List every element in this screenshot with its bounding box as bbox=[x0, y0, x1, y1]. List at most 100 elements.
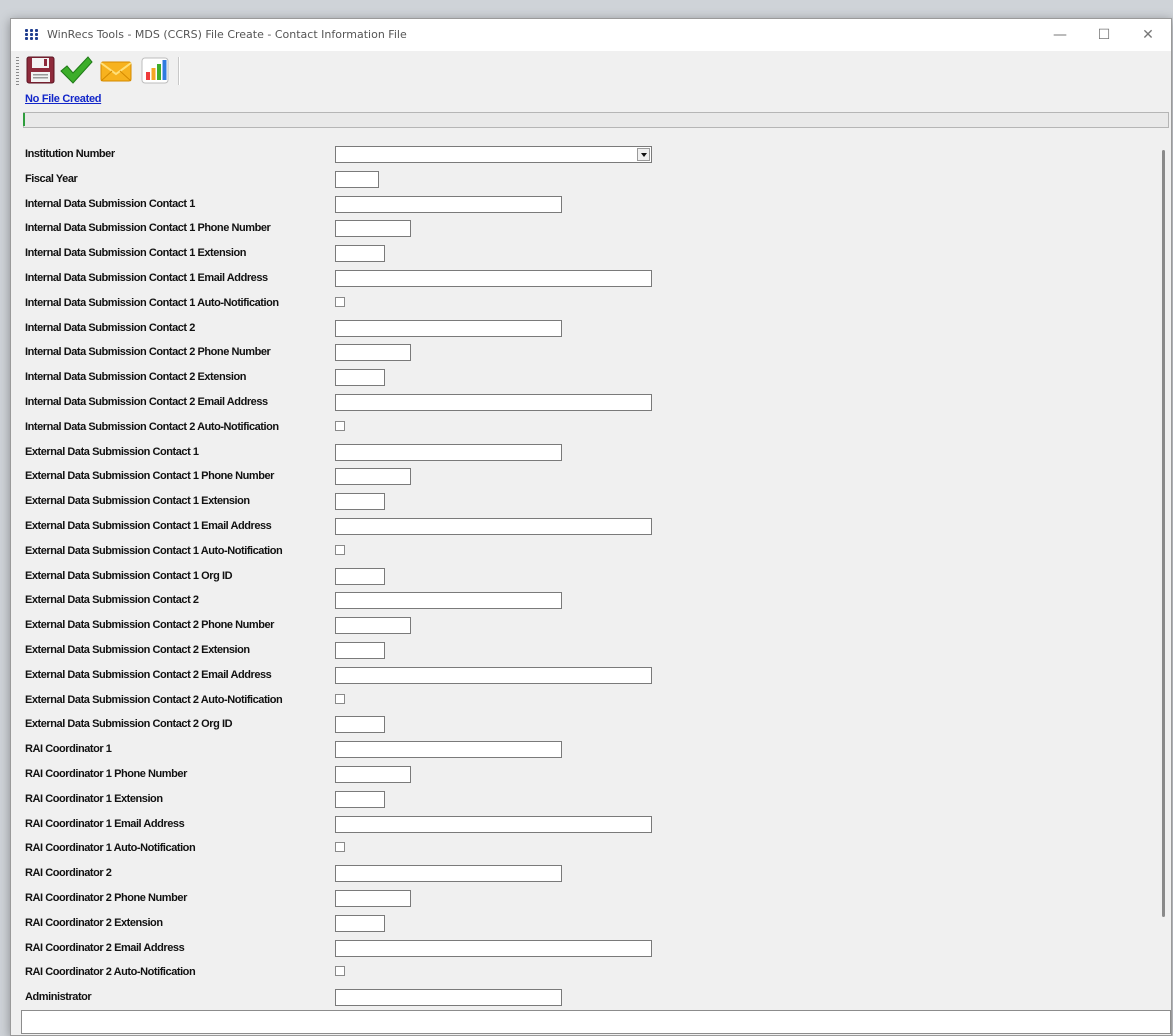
progress-bar bbox=[23, 112, 1169, 128]
field-label: External Data Submission Contact 2 Org I… bbox=[25, 718, 233, 730]
text-field[interactable] bbox=[335, 568, 385, 585]
maximize-button[interactable]: ☐ bbox=[1082, 19, 1126, 51]
institution-number-dropdown[interactable] bbox=[335, 146, 652, 163]
field-label: External Data Submission Contact 1 Auto-… bbox=[25, 545, 283, 557]
window-title: WinRecs Tools - MDS (CCRS) File Create -… bbox=[47, 28, 407, 41]
field-label: Internal Data Submission Contact 1 Email… bbox=[25, 272, 268, 284]
field-label: RAI Coordinator 1 Phone Number bbox=[25, 768, 187, 780]
form-row: External Data Submission Contact 1 Phone… bbox=[23, 468, 723, 488]
field-label: Internal Data Submission Contact 2 Auto-… bbox=[25, 421, 279, 433]
text-field[interactable] bbox=[335, 270, 652, 287]
field-label: External Data Submission Contact 2 Phone… bbox=[25, 619, 275, 631]
text-field[interactable] bbox=[335, 518, 652, 535]
validate-button[interactable] bbox=[59, 55, 93, 85]
form-row: External Data Submission Contact 1 Auto-… bbox=[23, 543, 723, 563]
auto-notification-checkbox[interactable] bbox=[335, 297, 345, 307]
text-field[interactable] bbox=[335, 320, 562, 337]
text-field[interactable] bbox=[335, 989, 562, 1006]
save-button[interactable] bbox=[25, 55, 57, 85]
progress-bar-fill bbox=[23, 113, 25, 126]
field-label: RAI Coordinator 2 Email Address bbox=[25, 942, 185, 954]
form-row: Fiscal Year bbox=[23, 171, 723, 191]
form-row: External Data Submission Contact 2 bbox=[23, 592, 723, 612]
report-button[interactable] bbox=[139, 55, 171, 85]
text-field[interactable] bbox=[335, 493, 385, 510]
close-button[interactable]: ✕ bbox=[1126, 19, 1170, 51]
text-field[interactable] bbox=[335, 344, 411, 361]
email-button[interactable] bbox=[99, 55, 132, 85]
text-field[interactable] bbox=[335, 245, 385, 262]
form-row: Internal Data Submission Contact 1 Email… bbox=[23, 270, 723, 290]
form-row: Internal Data Submission Contact 1 Exten… bbox=[23, 245, 723, 265]
field-label: External Data Submission Contact 2 Auto-… bbox=[25, 694, 283, 706]
text-field[interactable] bbox=[335, 642, 385, 659]
field-label: Institution Number bbox=[25, 148, 115, 160]
form-row: External Data Submission Contact 2 Org I… bbox=[23, 716, 723, 736]
field-label: Internal Data Submission Contact 1 Auto-… bbox=[25, 297, 279, 309]
status-bar bbox=[21, 1010, 1171, 1034]
text-field[interactable] bbox=[335, 171, 379, 188]
auto-notification-checkbox[interactable] bbox=[335, 545, 345, 555]
form-row: External Data Submission Contact 2 Phone… bbox=[23, 617, 723, 637]
text-field[interactable] bbox=[335, 592, 562, 609]
form-panel: Institution Number Fiscal Year Internal Da… bbox=[23, 133, 1169, 1006]
form-row: Internal Data Submission Contact 2 Exten… bbox=[23, 369, 723, 389]
form-row: Internal Data Submission Contact 2 Email… bbox=[23, 394, 723, 414]
form-row: RAI Coordinator 2 Phone Number bbox=[23, 890, 723, 910]
field-label: RAI Coordinator 2 Extension bbox=[25, 917, 163, 929]
auto-notification-checkbox[interactable] bbox=[335, 421, 345, 431]
toolbar-grip[interactable] bbox=[16, 57, 19, 85]
text-field[interactable] bbox=[335, 940, 652, 957]
form-row: Internal Data Submission Contact 2 Phone… bbox=[23, 344, 723, 364]
text-field[interactable] bbox=[335, 667, 652, 684]
form-row: Internal Data Submission Contact 1 Phone… bbox=[23, 220, 723, 240]
form-row: External Data Submission Contact 2 Email… bbox=[23, 667, 723, 687]
text-field[interactable] bbox=[335, 468, 411, 485]
text-field[interactable] bbox=[335, 196, 562, 213]
text-field[interactable] bbox=[335, 865, 562, 882]
toolbar bbox=[11, 51, 1171, 89]
form-row: RAI Coordinator 1 Auto-Notification bbox=[23, 840, 723, 860]
auto-notification-checkbox[interactable] bbox=[335, 694, 345, 704]
form-row: External Data Submission Contact 1 Exten… bbox=[23, 493, 723, 513]
field-label: RAI Coordinator 1 bbox=[25, 743, 112, 755]
form-row: Institution Number bbox=[23, 146, 723, 166]
text-field[interactable] bbox=[335, 741, 562, 758]
chevron-down-icon[interactable] bbox=[637, 148, 650, 161]
text-field[interactable] bbox=[335, 716, 385, 733]
form-row: External Data Submission Contact 2 Exten… bbox=[23, 642, 723, 662]
form-row: RAI Coordinator 2 Auto-Notification bbox=[23, 964, 723, 984]
auto-notification-checkbox[interactable] bbox=[335, 842, 345, 852]
text-field[interactable] bbox=[335, 394, 652, 411]
save-icon bbox=[26, 56, 55, 84]
form-row: RAI Coordinator 2 Extension bbox=[23, 915, 723, 935]
form-row: External Data Submission Contact 1 Email… bbox=[23, 518, 723, 538]
form-row: RAI Coordinator 1 Email Address bbox=[23, 816, 723, 836]
text-field[interactable] bbox=[335, 890, 411, 907]
text-field[interactable] bbox=[335, 617, 411, 634]
text-field[interactable] bbox=[335, 766, 411, 783]
form-row: Administrator bbox=[23, 989, 723, 1009]
vertical-scrollbar[interactable] bbox=[1162, 150, 1165, 917]
envelope-icon bbox=[100, 61, 132, 82]
checkmark-icon bbox=[60, 56, 93, 84]
field-label: Internal Data Submission Contact 2 bbox=[25, 322, 195, 334]
text-field[interactable] bbox=[335, 791, 385, 808]
file-status-link[interactable]: No File Created bbox=[25, 93, 101, 105]
form-row: RAI Coordinator 2 bbox=[23, 865, 723, 885]
auto-notification-checkbox[interactable] bbox=[335, 966, 345, 976]
text-field[interactable] bbox=[335, 220, 411, 237]
field-label: Internal Data Submission Contact 2 Exten… bbox=[25, 371, 247, 383]
field-label: External Data Submission Contact 2 bbox=[25, 594, 199, 606]
form-row: RAI Coordinator 1 bbox=[23, 741, 723, 761]
text-field[interactable] bbox=[335, 369, 385, 386]
text-field[interactable] bbox=[335, 816, 652, 833]
field-label: RAI Coordinator 1 Email Address bbox=[25, 818, 185, 830]
app-window: WinRecs Tools - MDS (CCRS) File Create -… bbox=[10, 18, 1172, 1036]
minimize-button[interactable]: — bbox=[1038, 19, 1082, 51]
text-field[interactable] bbox=[335, 444, 562, 461]
form-row: External Data Submission Contact 2 Auto-… bbox=[23, 692, 723, 712]
text-field[interactable] bbox=[335, 915, 385, 932]
app-logo-icon bbox=[25, 29, 39, 41]
field-label: RAI Coordinator 2 bbox=[25, 867, 112, 879]
